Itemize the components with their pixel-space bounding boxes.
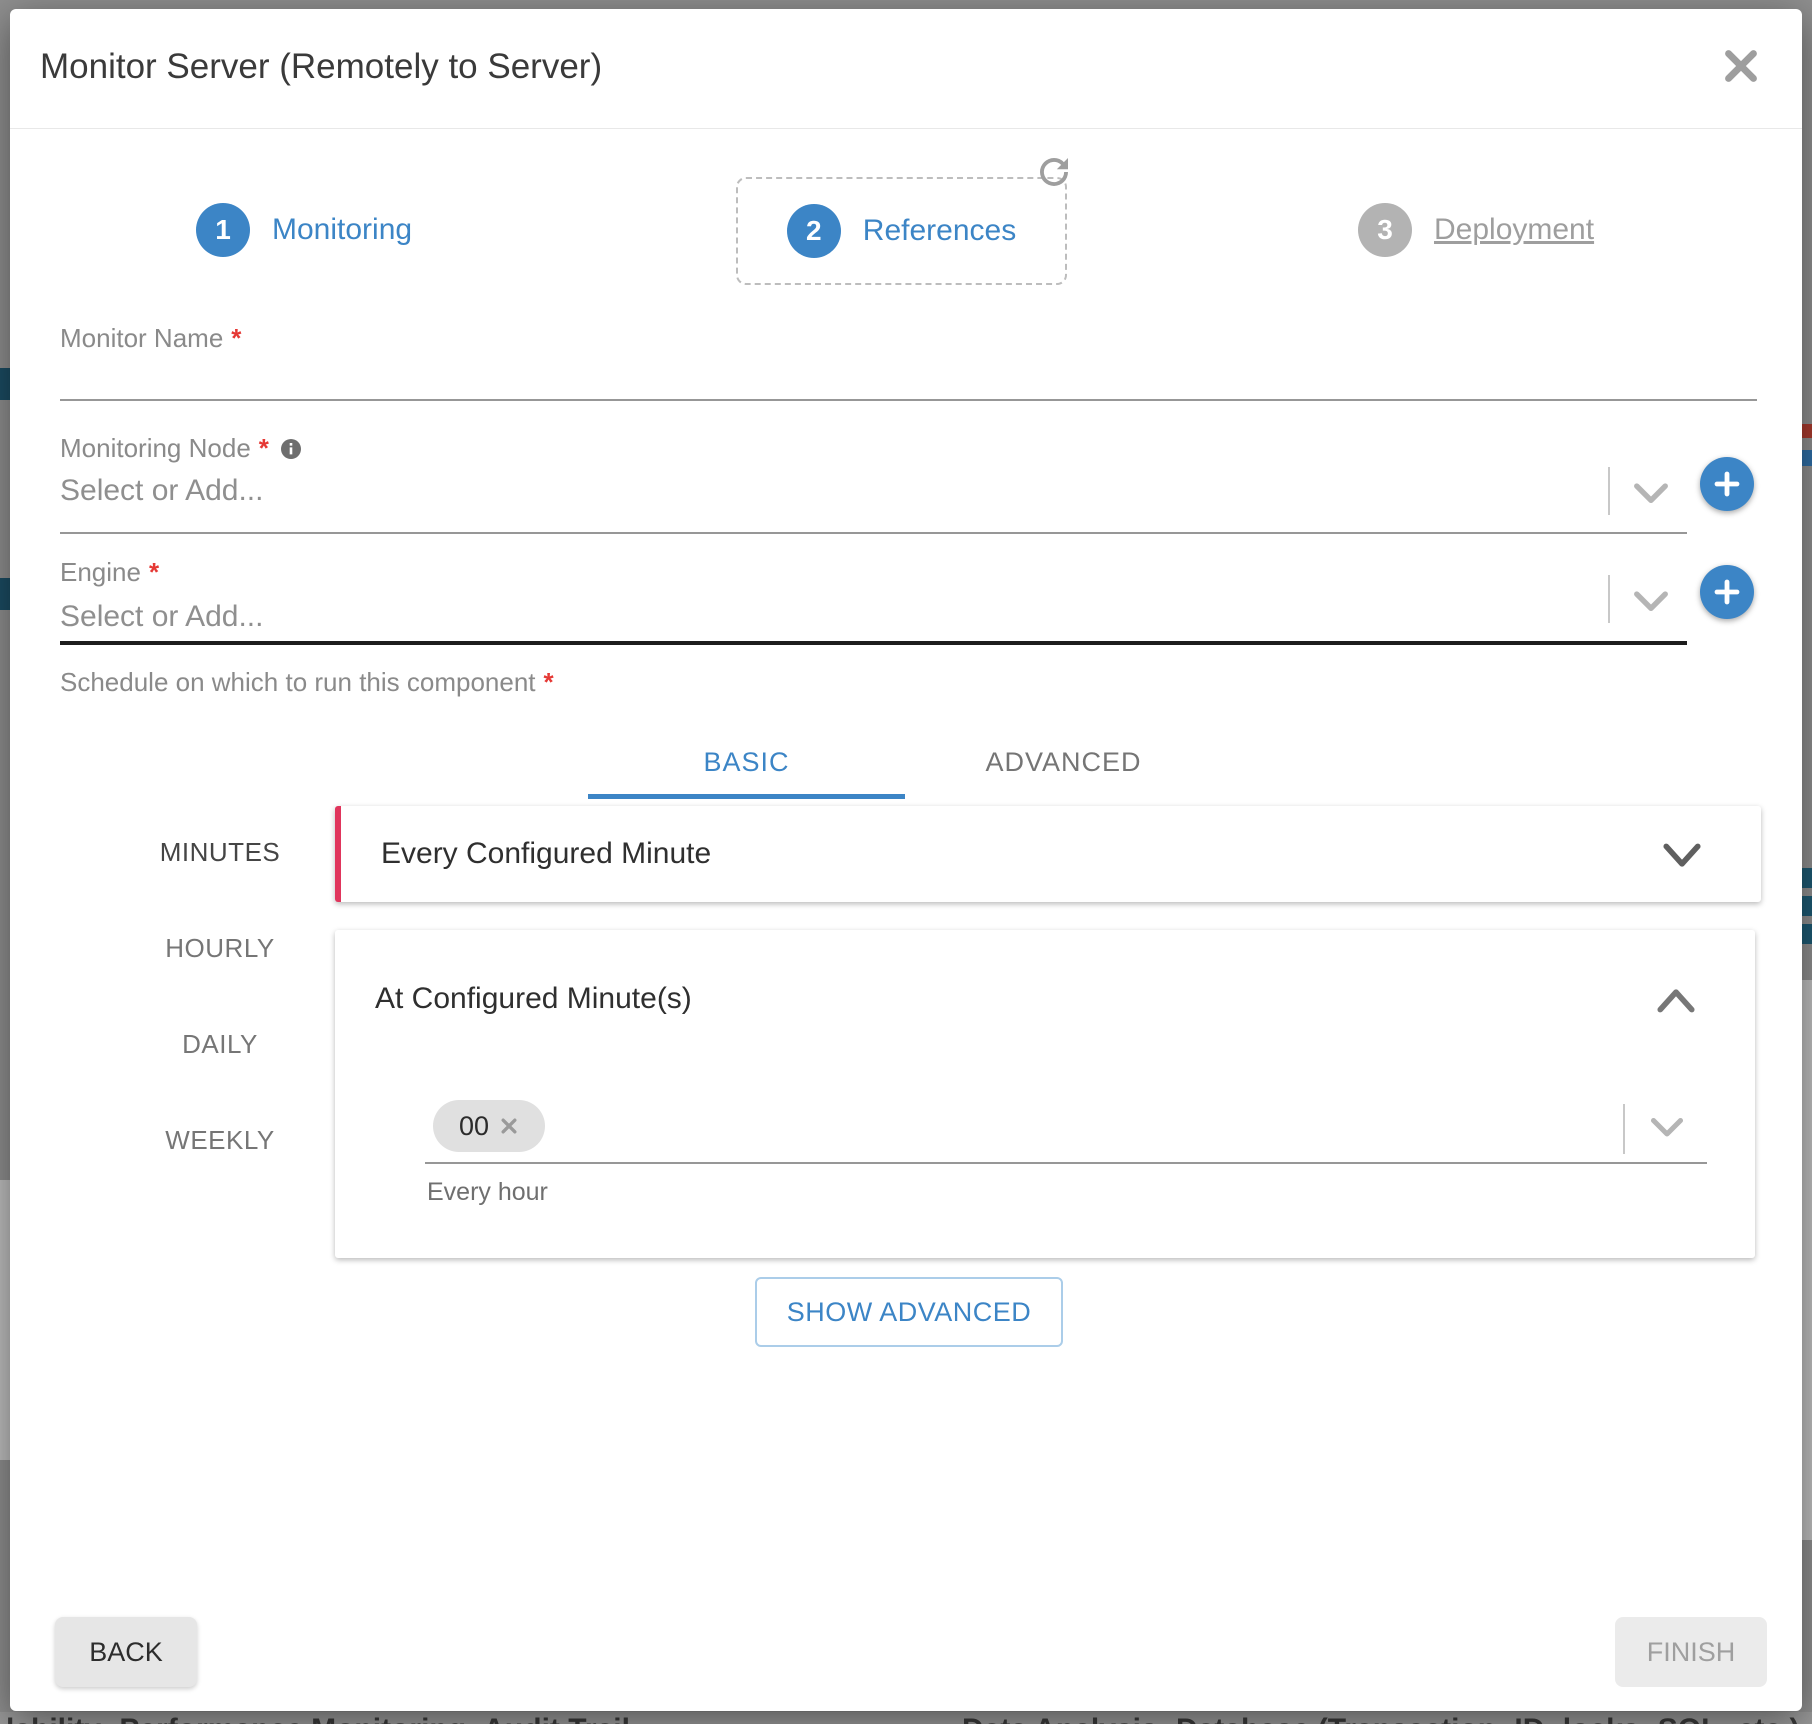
monitor-name-label-text: Monitor Name (60, 323, 223, 354)
chevron-down-icon[interactable] (1632, 589, 1670, 617)
monitoring-node-select-input[interactable] (60, 467, 1580, 515)
backdrop-bottom-strip: lability; Performance Monitoring; Audit … (0, 1712, 1812, 1724)
engine-underline-focused (60, 641, 1687, 645)
chip-remove-icon[interactable] (499, 1116, 519, 1136)
step-number-badge: 2 (787, 204, 841, 258)
backdrop-fragment (0, 578, 10, 610)
required-asterisk: * (544, 667, 554, 698)
dialog-title: Monitor Server (Remotely to Server) (40, 47, 602, 87)
backdrop-fragment (1802, 868, 1812, 888)
required-asterisk: * (149, 557, 159, 588)
engine-label: Engine * (60, 557, 159, 588)
frequency-item-weekly[interactable]: WEEKLY (100, 1125, 340, 1156)
monitoring-node-label: Monitoring Node * (60, 433, 303, 464)
add-monitoring-node-button[interactable] (1700, 457, 1754, 511)
frequency-item-hourly[interactable]: HOURLY (100, 933, 340, 964)
monitor-server-dialog: Monitor Server (Remotely to Server) 1 Mo… (10, 9, 1802, 1711)
backdrop-fragment (1802, 980, 1812, 1540)
chip-value: 00 (459, 1111, 489, 1142)
backdrop-right-strip (1802, 0, 1812, 1724)
close-icon[interactable] (1718, 43, 1764, 89)
schedule-label-text: Schedule on which to run this component (60, 667, 536, 698)
step-number-badge: 3 (1358, 203, 1412, 257)
step-references-current[interactable]: 2 References (736, 177, 1067, 285)
monitoring-node-underline (60, 532, 1687, 534)
finish-button-disabled[interactable]: FINISH (1615, 1617, 1767, 1687)
monitor-name-input[interactable] (60, 357, 1660, 399)
panel-title: At Configured Minute(s) (375, 982, 692, 1016)
configured-minutes-panel: At Configured Minute(s) 00 Every hour (335, 930, 1755, 1258)
monitoring-node-label-text: Monitoring Node (60, 433, 251, 464)
select-divider (1608, 467, 1610, 515)
minutes-hint: Every hour (427, 1178, 548, 1207)
backdrop-fragment (1802, 896, 1812, 916)
minutes-select-underline (425, 1162, 1707, 1164)
backdrop-text-right: Data Analysis; Database (Transaction; ID… (962, 1713, 1799, 1724)
backdrop-fragment (1802, 424, 1812, 438)
backdrop-left-strip (0, 0, 10, 1724)
engine-select-input[interactable] (60, 593, 1580, 641)
select-divider (1608, 575, 1610, 623)
show-advanced-button[interactable]: SHOW ADVANCED (755, 1277, 1063, 1347)
required-asterisk: * (259, 433, 269, 464)
schedule-label: Schedule on which to run this component * (60, 667, 554, 698)
back-button[interactable]: BACK (55, 1617, 197, 1687)
step-number-badge: 1 (196, 203, 250, 257)
frequency-item-daily[interactable]: DAILY (100, 1029, 340, 1060)
chevron-down-icon[interactable] (1649, 1116, 1687, 1144)
info-icon[interactable] (279, 437, 303, 461)
step-label: Monitoring (272, 213, 412, 247)
backdrop-fragment (1802, 924, 1812, 944)
backdrop-text-left: lability; Performance Monitoring; Audit … (6, 1713, 640, 1724)
tab-advanced-label: ADVANCED (985, 747, 1141, 778)
active-tab-indicator (588, 794, 905, 799)
add-engine-button[interactable] (1700, 565, 1754, 619)
step-monitoring[interactable]: 1 Monitoring (196, 203, 412, 257)
tab-basic[interactable]: BASIC (588, 725, 905, 799)
step-deployment[interactable]: 3 Deployment (1358, 203, 1594, 257)
header-divider (10, 128, 1802, 129)
minute-mode-value: Every Configured Minute (381, 837, 711, 871)
chevron-down-icon[interactable] (1661, 842, 1703, 872)
tab-basic-label: BASIC (703, 747, 789, 778)
required-asterisk: * (231, 323, 241, 354)
step-label: References (863, 214, 1016, 248)
refresh-icon (1033, 151, 1075, 193)
step-label: Deployment (1434, 213, 1594, 247)
minute-mode-dropdown[interactable]: Every Configured Minute (335, 806, 1761, 902)
frequency-item-minutes[interactable]: MINUTES (100, 837, 340, 868)
engine-label-text: Engine (60, 557, 141, 588)
chevron-up-icon[interactable] (1655, 986, 1697, 1016)
backdrop-fragment (1802, 450, 1812, 466)
tab-advanced[interactable]: ADVANCED (905, 725, 1222, 799)
minute-chip-00[interactable]: 00 (433, 1100, 545, 1152)
monitor-name-label: Monitor Name * (60, 323, 241, 354)
monitor-name-underline (60, 399, 1757, 401)
backdrop-fragment (0, 368, 10, 400)
chevron-down-icon[interactable] (1632, 481, 1670, 509)
select-divider (1623, 1104, 1625, 1154)
backdrop-fragment (0, 1180, 10, 1460)
